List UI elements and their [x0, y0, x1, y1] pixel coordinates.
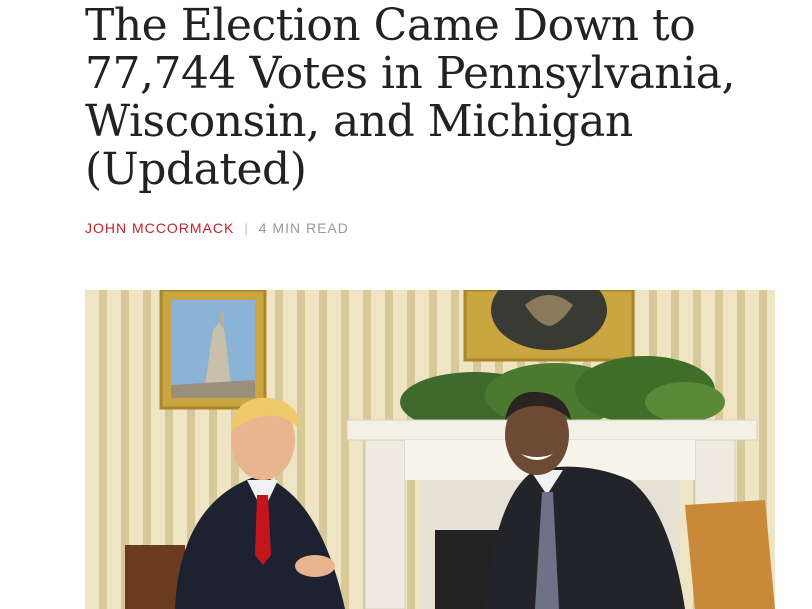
byline: JOHN MCCORMACK | 4 MIN READ [85, 220, 349, 236]
byline-separator: | [244, 220, 249, 236]
liberty-painting [159, 290, 267, 410]
hero-photo [85, 290, 775, 609]
author-link[interactable]: JOHN MCCORMACK [85, 220, 234, 236]
article-headline: The Election Came Down to 77,744 Votes i… [85, 0, 735, 195]
portrait-painting [463, 290, 635, 362]
person-left [175, 397, 345, 609]
read-time: 4 MIN READ [258, 220, 349, 236]
oval-office-illustration [125, 290, 775, 609]
